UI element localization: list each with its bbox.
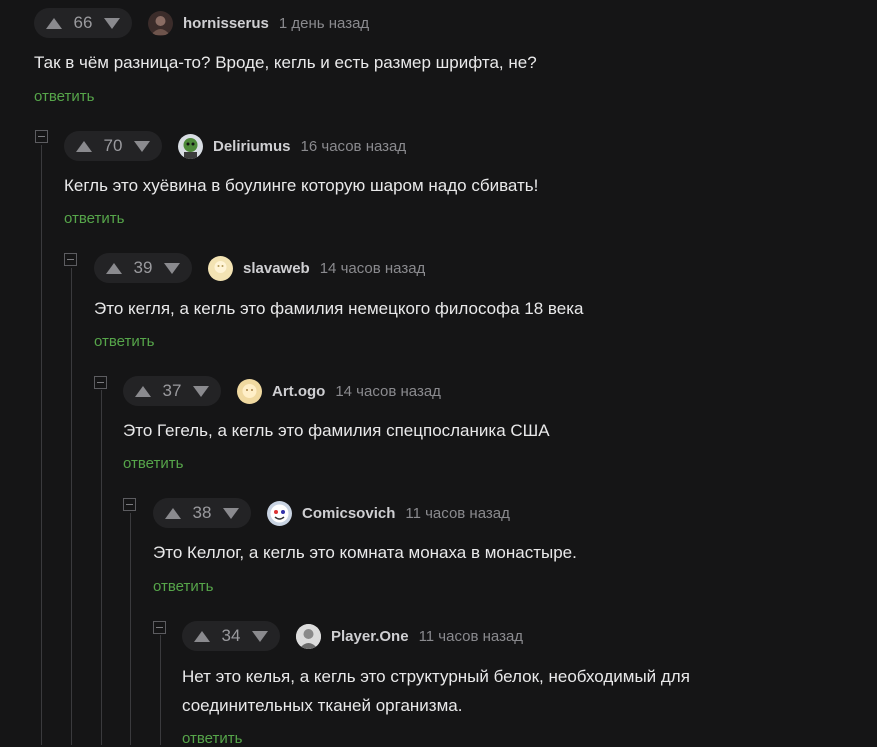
comment-time[interactable]: 11 часов назад: [419, 628, 523, 645]
vote-control: 34: [182, 621, 280, 651]
comment-text: Кегль это хуёвина в боулинге которую шар…: [64, 176, 539, 195]
comment-time[interactable]: 1 день назад: [279, 15, 369, 32]
zombie-avatar-icon[interactable]: [178, 133, 203, 159]
comment-header: 66 hornisserus 1 день назад: [34, 8, 369, 38]
thread-line: [71, 268, 72, 745]
reply-link[interactable]: ответить: [34, 88, 94, 105]
user-avatar-icon[interactable]: [148, 10, 173, 36]
user-avatar-icon[interactable]: [208, 255, 233, 281]
comment-text: Это кегля, а кегль это фамилия немецкого…: [94, 299, 584, 318]
user-avatar-icon[interactable]: [267, 500, 292, 526]
comment-score: 37: [162, 381, 182, 400]
downvote-icon[interactable]: [163, 262, 180, 274]
reply-link[interactable]: ответить: [64, 210, 124, 227]
comment-header: 34 Player.One 11 часов назад: [182, 621, 523, 651]
comment-author[interactable]: hornisserus: [183, 15, 269, 32]
collapse-toggle[interactable]: [64, 253, 77, 266]
thread-line: [101, 390, 102, 745]
downvote-icon[interactable]: [133, 140, 150, 152]
thread-line: [130, 513, 131, 745]
comment-header: 70 Deliriumus 16 часов назад: [64, 131, 406, 161]
vote-control: 37: [123, 376, 221, 406]
upvote-icon[interactable]: [46, 17, 62, 29]
comment-text-line: Нет это келья, а кегль это структурный б…: [182, 667, 690, 686]
user-avatar-icon[interactable]: [296, 623, 321, 649]
upvote-icon[interactable]: [76, 140, 92, 152]
comment-author[interactable]: slavaweb: [243, 260, 310, 277]
comment-author[interactable]: Comicsovich: [302, 505, 395, 522]
collapse-toggle[interactable]: [94, 376, 107, 389]
comment-time[interactable]: 16 часов назад: [301, 138, 407, 155]
comment-author[interactable]: Art.ogo: [272, 383, 325, 400]
comment-time[interactable]: 11 часов назад: [405, 505, 509, 522]
comment-score: 39: [133, 258, 153, 277]
comment-text: Это Гегель, а кегль это фамилия спецпосл…: [123, 421, 550, 440]
comment-author[interactable]: Player.One: [331, 628, 409, 645]
comment-time[interactable]: 14 часов назад: [335, 383, 441, 400]
thread-line: [41, 145, 42, 745]
reply-link[interactable]: ответить: [94, 333, 154, 350]
reply-link[interactable]: ответить: [182, 730, 242, 747]
comment-score: 38: [192, 503, 212, 522]
upvote-icon[interactable]: [106, 262, 122, 274]
upvote-icon[interactable]: [194, 630, 210, 642]
downvote-icon[interactable]: [222, 507, 239, 519]
comment-score: 66: [73, 13, 93, 32]
thread-line: [160, 635, 161, 745]
comment-header: 39 slavaweb 14 часов назад: [94, 253, 425, 283]
vote-control: 38: [153, 498, 251, 528]
reply-link[interactable]: ответить: [123, 455, 183, 472]
comment-score: 70: [103, 136, 123, 155]
comment-author[interactable]: Deliriumus: [213, 138, 291, 155]
reply-link[interactable]: ответить: [153, 578, 213, 595]
upvote-icon[interactable]: [165, 507, 181, 519]
downvote-icon[interactable]: [103, 17, 120, 29]
comment-text: Это Келлог, а кегль это комната монаха в…: [153, 543, 577, 562]
comment-score: 34: [221, 626, 241, 645]
downvote-icon[interactable]: [192, 385, 209, 397]
comment-header: 38 Comicsovich 11 часов назад: [153, 498, 510, 528]
comment-text-line: соединительных тканей организма.: [182, 696, 463, 715]
comment-text: Так в чём разница-то? Вроде, кегль и ест…: [34, 53, 537, 72]
vote-control: 70: [64, 131, 162, 161]
collapse-toggle[interactable]: [123, 498, 136, 511]
comment-header: 37 Art.ogo 14 часов назад: [123, 376, 441, 406]
user-avatar-icon[interactable]: [237, 378, 262, 404]
vote-control: 66: [34, 8, 132, 38]
downvote-icon[interactable]: [251, 630, 268, 642]
vote-control: 39: [94, 253, 192, 283]
upvote-icon[interactable]: [135, 385, 151, 397]
comment-time[interactable]: 14 часов назад: [320, 260, 426, 277]
collapse-toggle[interactable]: [153, 621, 166, 634]
collapse-toggle[interactable]: [35, 130, 48, 143]
